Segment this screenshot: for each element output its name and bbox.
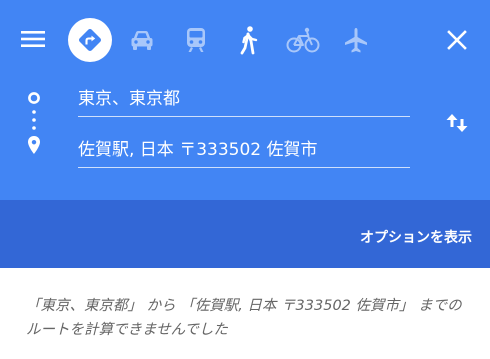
close-button[interactable] <box>438 21 476 59</box>
mode-flights-button[interactable] <box>336 20 376 60</box>
menu-button[interactable] <box>16 22 50 56</box>
destination-input[interactable]: 佐賀駅, 日本 〒333502 佐賀市 <box>78 137 410 168</box>
walking-icon <box>240 26 258 55</box>
route-dot <box>32 126 36 130</box>
mode-walking-button[interactable] <box>229 20 269 60</box>
close-icon <box>447 30 467 50</box>
swap-origin-destination-button[interactable] <box>442 108 472 138</box>
swap-vertical-icon <box>446 114 468 132</box>
mode-driving-button[interactable] <box>122 20 162 60</box>
train-icon <box>187 28 205 52</box>
car-icon <box>131 31 153 50</box>
location-pin-icon <box>28 136 40 154</box>
route-dot <box>32 118 36 122</box>
no-route-message: 「東京、東京都」 から 「佐賀駅, 日本 〒333502 佐賀市」 までのルート… <box>26 298 462 338</box>
show-options-button[interactable]: オプションを表示 <box>360 228 472 248</box>
origin-input[interactable]: 東京、東京都 <box>78 86 410 117</box>
mode-cycling-button[interactable] <box>283 20 323 60</box>
mode-best-button[interactable] <box>68 18 112 62</box>
route-dot <box>32 110 36 114</box>
menu-icon <box>21 31 45 47</box>
airplane-icon <box>345 28 367 53</box>
route-connector <box>28 92 40 154</box>
bicycle-icon <box>286 27 320 53</box>
directions-diamond-icon <box>79 29 101 51</box>
directions-header: 東京、東京都 佐賀駅, 日本 〒333502 佐賀市 <box>0 0 490 200</box>
origin-circle-icon <box>28 92 40 104</box>
mode-transit-button[interactable] <box>176 20 216 60</box>
